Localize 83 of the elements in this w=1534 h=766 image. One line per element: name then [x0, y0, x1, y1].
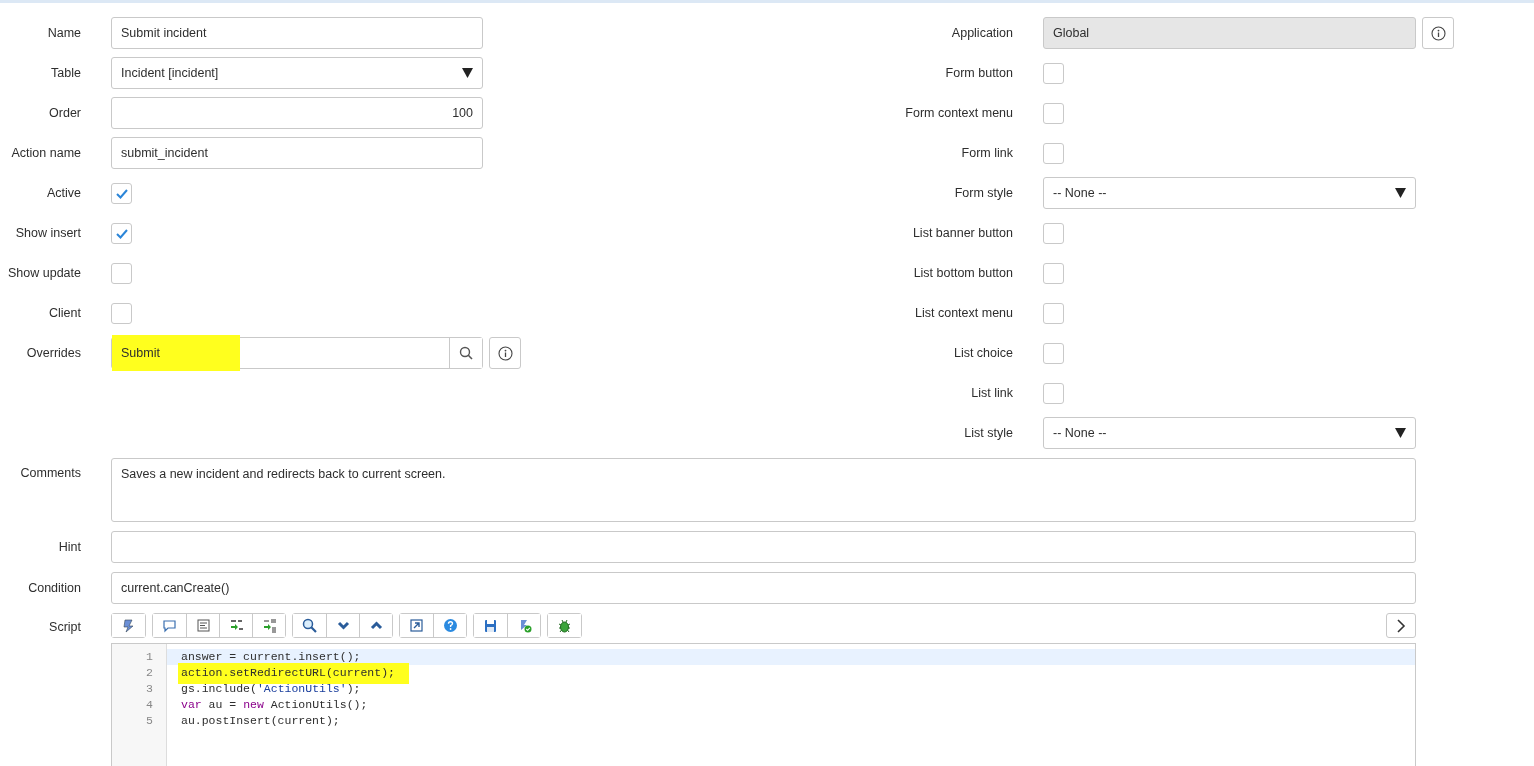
replace-icon	[228, 618, 244, 633]
checkbox[interactable]	[1043, 62, 1064, 84]
field-label: List choice	[952, 344, 1013, 362]
select-field[interactable]: Incident [incident]	[111, 57, 483, 89]
checkbox[interactable]	[111, 182, 132, 204]
field-label: Comments	[19, 465, 81, 482]
checkbox[interactable]	[1043, 342, 1064, 364]
code-line: var au = new ActionUtils();	[180, 697, 369, 713]
syntax-check-button[interactable]	[507, 614, 540, 637]
expand-icon	[409, 618, 424, 633]
checkbox[interactable]	[1043, 222, 1064, 244]
code-line: au.postInsert(current);	[180, 713, 341, 729]
info-button[interactable]	[489, 337, 521, 369]
search-icon	[459, 346, 473, 360]
search-icon	[302, 618, 317, 633]
line-number: 2	[145, 665, 154, 681]
field-label: Name	[46, 24, 81, 42]
bug-icon	[557, 618, 572, 633]
dropdown-caret-icon	[1395, 188, 1406, 198]
comment-icon	[162, 618, 177, 633]
field-label: List style	[963, 424, 1013, 442]
chevron-right-icon	[1396, 618, 1406, 633]
checkbox[interactable]	[1043, 302, 1064, 324]
format-icon	[195, 618, 211, 633]
field-label: List context menu	[914, 304, 1013, 322]
help-icon	[442, 618, 458, 633]
line-number: 5	[145, 713, 154, 729]
input-field: Global	[1043, 17, 1416, 49]
info-icon	[497, 345, 513, 361]
replace-all-button[interactable]	[252, 614, 285, 637]
checkbox[interactable]	[111, 262, 132, 284]
select-field[interactable]: -- None --	[1043, 177, 1416, 209]
line-number: 1	[145, 649, 154, 665]
field-label: Application	[950, 24, 1013, 42]
field-label: Form link	[960, 144, 1013, 162]
replace-all-icon	[261, 618, 277, 633]
field-label: Overrides	[25, 344, 81, 362]
input-field[interactable]: submit_incident	[111, 137, 483, 169]
input-field[interactable]	[111, 531, 1416, 563]
search-button[interactable]	[449, 338, 482, 368]
input-field[interactable]: Submit incident	[111, 17, 483, 49]
field-label: Show update	[7, 264, 81, 282]
field-label: Active	[45, 184, 81, 202]
field-label: Condition	[27, 579, 81, 597]
next-button[interactable]	[1386, 613, 1416, 638]
text-area[interactable]: Saves a new incident and redirects back to current screen.	[111, 458, 1416, 522]
field-label: Client	[48, 304, 81, 322]
field-label: Hint	[57, 538, 81, 556]
line-number: 4	[145, 697, 154, 713]
checkbox[interactable]	[1043, 262, 1064, 284]
field-label: List banner button	[911, 224, 1013, 242]
code-line: gs.include('ActionUtils');	[180, 681, 362, 697]
code-editor[interactable]: 1 2 3 4 5 answer = current.insert(); action.setRedirectURL(current); gs.include('ActionUtils'); var au = new ActionUtils(); au.postInsert(current);	[111, 643, 1416, 766]
script-button[interactable]	[112, 614, 145, 637]
help-button[interactable]	[433, 614, 466, 637]
select-field[interactable]: -- None --	[1043, 417, 1416, 449]
line-number: 3	[145, 681, 154, 697]
field-label: Show insert	[14, 224, 81, 242]
field-label: Order	[48, 104, 81, 122]
field-label: List link	[970, 384, 1013, 402]
checkbox[interactable]	[111, 302, 132, 324]
dropdown-caret-icon	[462, 68, 473, 78]
input-field[interactable]: Submit	[112, 335, 240, 371]
checkbox[interactable]	[1043, 382, 1064, 404]
save-icon	[483, 618, 498, 633]
field-label: Form button	[944, 64, 1013, 82]
field-label: Form style	[953, 184, 1013, 202]
bug-button[interactable]	[548, 614, 581, 637]
checkbox[interactable]	[1043, 102, 1064, 124]
checkbox[interactable]	[1043, 142, 1064, 164]
field-label: Script	[48, 619, 81, 636]
input-field[interactable]: current.canCreate()	[111, 572, 1416, 604]
info-icon	[1430, 25, 1446, 41]
chevron-up-button[interactable]	[359, 614, 392, 637]
code-line: action.setRedirectURL(current);	[167, 665, 1415, 681]
input-field[interactable]: 100	[111, 97, 483, 129]
checkbox[interactable]	[111, 222, 132, 244]
info-button[interactable]	[1422, 17, 1454, 49]
field-label: Table	[50, 64, 81, 82]
field-label: Form context menu	[904, 104, 1013, 122]
field-label: Action name	[10, 144, 81, 162]
dropdown-caret-icon	[1395, 428, 1406, 438]
field-label: List bottom button	[912, 264, 1013, 282]
